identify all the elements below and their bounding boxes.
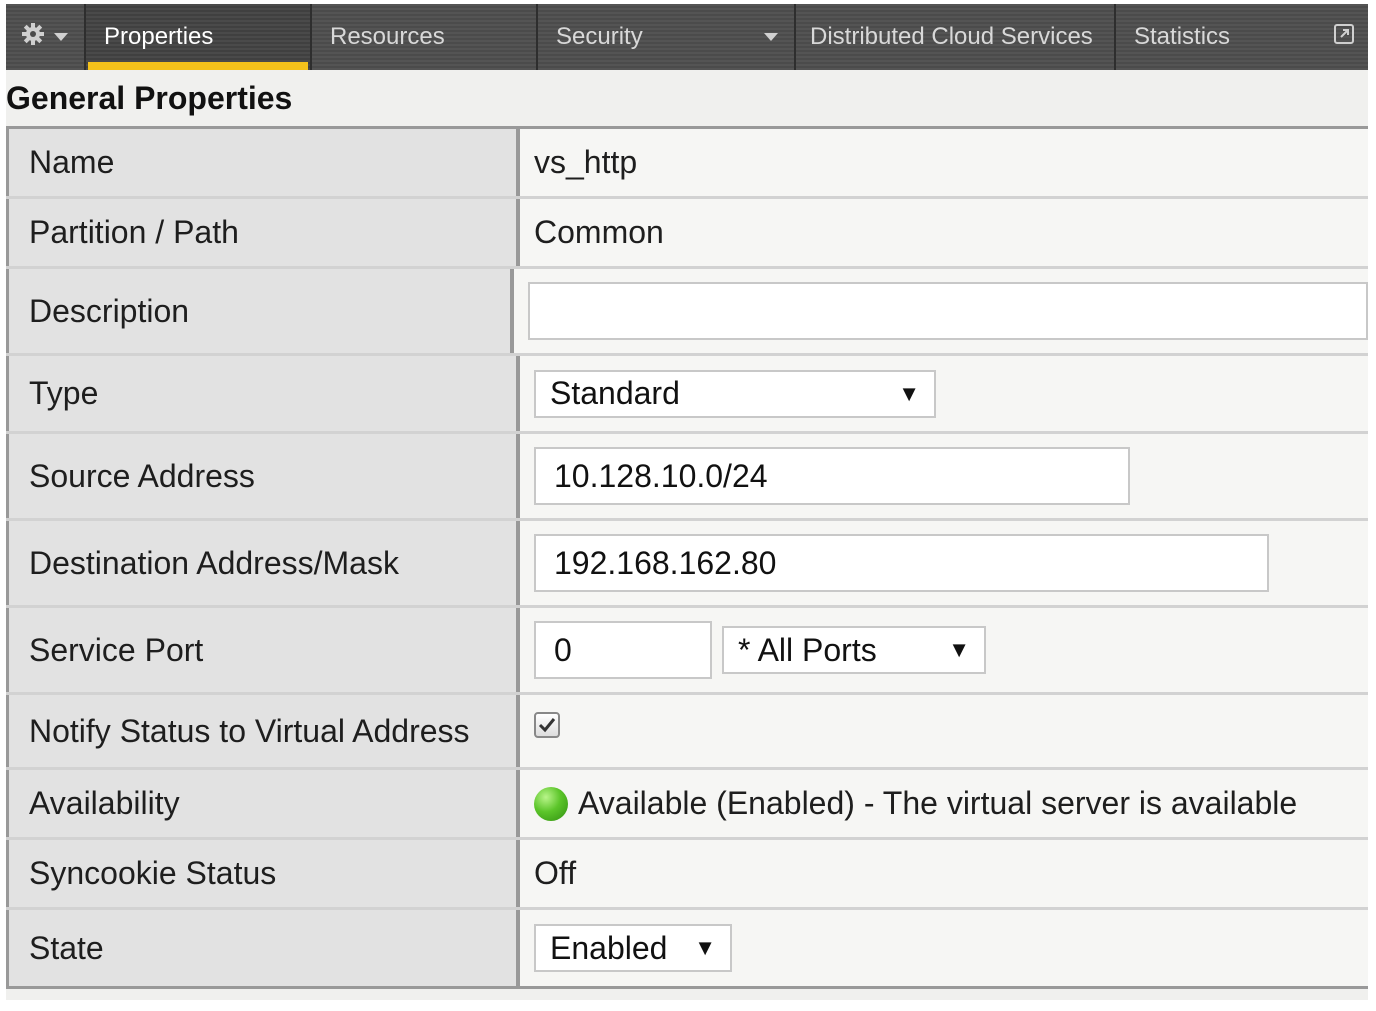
checkmark-icon <box>538 718 556 733</box>
state-select-value: Enabled <box>550 929 668 966</box>
row-syncookie: Syncookie Status Off <box>6 840 1368 910</box>
tab-distributed-cloud-services[interactable]: Distributed Cloud Services <box>796 4 1116 70</box>
state-select[interactable]: Enabled ▼ <box>534 924 732 972</box>
state-cell: Enabled ▼ <box>520 910 1368 986</box>
tab-bar: Properties Resources Security Distribute… <box>6 4 1368 70</box>
gear-icon <box>20 21 46 54</box>
properties-table: Name vs_http Partition / Path Common Des… <box>6 126 1368 989</box>
service-port-select[interactable]: * All Ports ▼ <box>722 626 986 674</box>
tab-statistics[interactable]: Statistics <box>1116 4 1368 70</box>
row-name: Name vs_http <box>6 129 1368 199</box>
notify-cell <box>520 695 1368 767</box>
partition-value: Common <box>520 199 1368 266</box>
row-label: Service Port <box>6 608 520 692</box>
tab-label: Security <box>556 23 643 50</box>
row-label: Type <box>6 356 520 431</box>
row-label: Source Address <box>6 434 520 518</box>
row-label: State <box>6 910 520 986</box>
source-cell: 10.128.10.0/24 <box>520 434 1368 518</box>
row-description: Description <box>6 269 1368 356</box>
tab-label: Statistics <box>1134 23 1231 50</box>
row-source-address: Source Address 10.128.10.0/24 <box>6 434 1368 521</box>
description-input[interactable] <box>528 282 1368 340</box>
chevron-down-icon <box>764 33 778 41</box>
row-label: Description <box>6 269 514 353</box>
type-select[interactable]: Standard ▼ <box>534 369 936 418</box>
dropdown-arrow-icon: ▼ <box>694 935 716 960</box>
service-port-cell: 0 * All Ports ▼ <box>520 608 1368 692</box>
source-address-input[interactable]: 10.128.10.0/24 <box>534 447 1130 505</box>
chevron-down-icon <box>54 33 68 41</box>
service-port-select-value: * All Ports <box>738 631 877 668</box>
row-service-port: Service Port 0 * All Ports ▼ <box>6 608 1368 695</box>
row-label: Availability <box>6 770 520 837</box>
row-label: Syncookie Status <box>6 840 520 907</box>
section-heading: General Properties <box>6 80 293 116</box>
status-dot-icon <box>534 786 568 821</box>
service-port-input[interactable]: 0 <box>534 621 712 679</box>
row-notify-status: Notify Status to Virtual Address <box>6 695 1368 770</box>
name-value: vs_http <box>520 129 1368 196</box>
syncookie-value: Off <box>520 840 1368 907</box>
row-label: Notify Status to Virtual Address <box>6 695 520 767</box>
availability-cell: Available (Enabled) - The virtual server… <box>520 770 1368 837</box>
dropdown-arrow-icon: ▼ <box>948 637 970 662</box>
tab-security[interactable]: Security <box>538 4 796 70</box>
destination-address-input[interactable]: 192.168.162.80 <box>534 534 1269 592</box>
row-destination-address: Destination Address/Mask 192.168.162.80 <box>6 521 1368 608</box>
row-availability: Availability Available (Enabled) - The v… <box>6 770 1368 840</box>
tab-properties[interactable]: Properties <box>86 4 312 70</box>
row-label: Destination Address/Mask <box>6 521 520 605</box>
tab-label: Distributed Cloud Services <box>810 23 1093 50</box>
notify-checkbox[interactable] <box>534 712 560 738</box>
virtual-server-properties: Properties Resources Security Distribute… <box>6 4 1368 1000</box>
row-label: Name <box>6 129 520 196</box>
row-type: Type Standard ▼ <box>6 356 1368 434</box>
row-label: Partition / Path <box>6 199 520 266</box>
description-cell <box>514 269 1368 353</box>
type-select-value: Standard <box>550 375 680 411</box>
gear-menu-button[interactable] <box>6 4 86 70</box>
tab-resources[interactable]: Resources <box>312 4 538 70</box>
tab-label: Resources <box>330 23 445 50</box>
destination-cell: 192.168.162.80 <box>520 521 1368 605</box>
popout-icon[interactable] <box>1334 24 1354 44</box>
row-state: State Enabled ▼ <box>6 910 1368 989</box>
type-cell: Standard ▼ <box>520 356 1368 431</box>
row-partition: Partition / Path Common <box>6 199 1368 269</box>
tab-label: Properties <box>104 23 214 50</box>
dropdown-arrow-icon: ▼ <box>898 380 920 406</box>
availability-value: Available (Enabled) - The virtual server… <box>578 785 1298 821</box>
